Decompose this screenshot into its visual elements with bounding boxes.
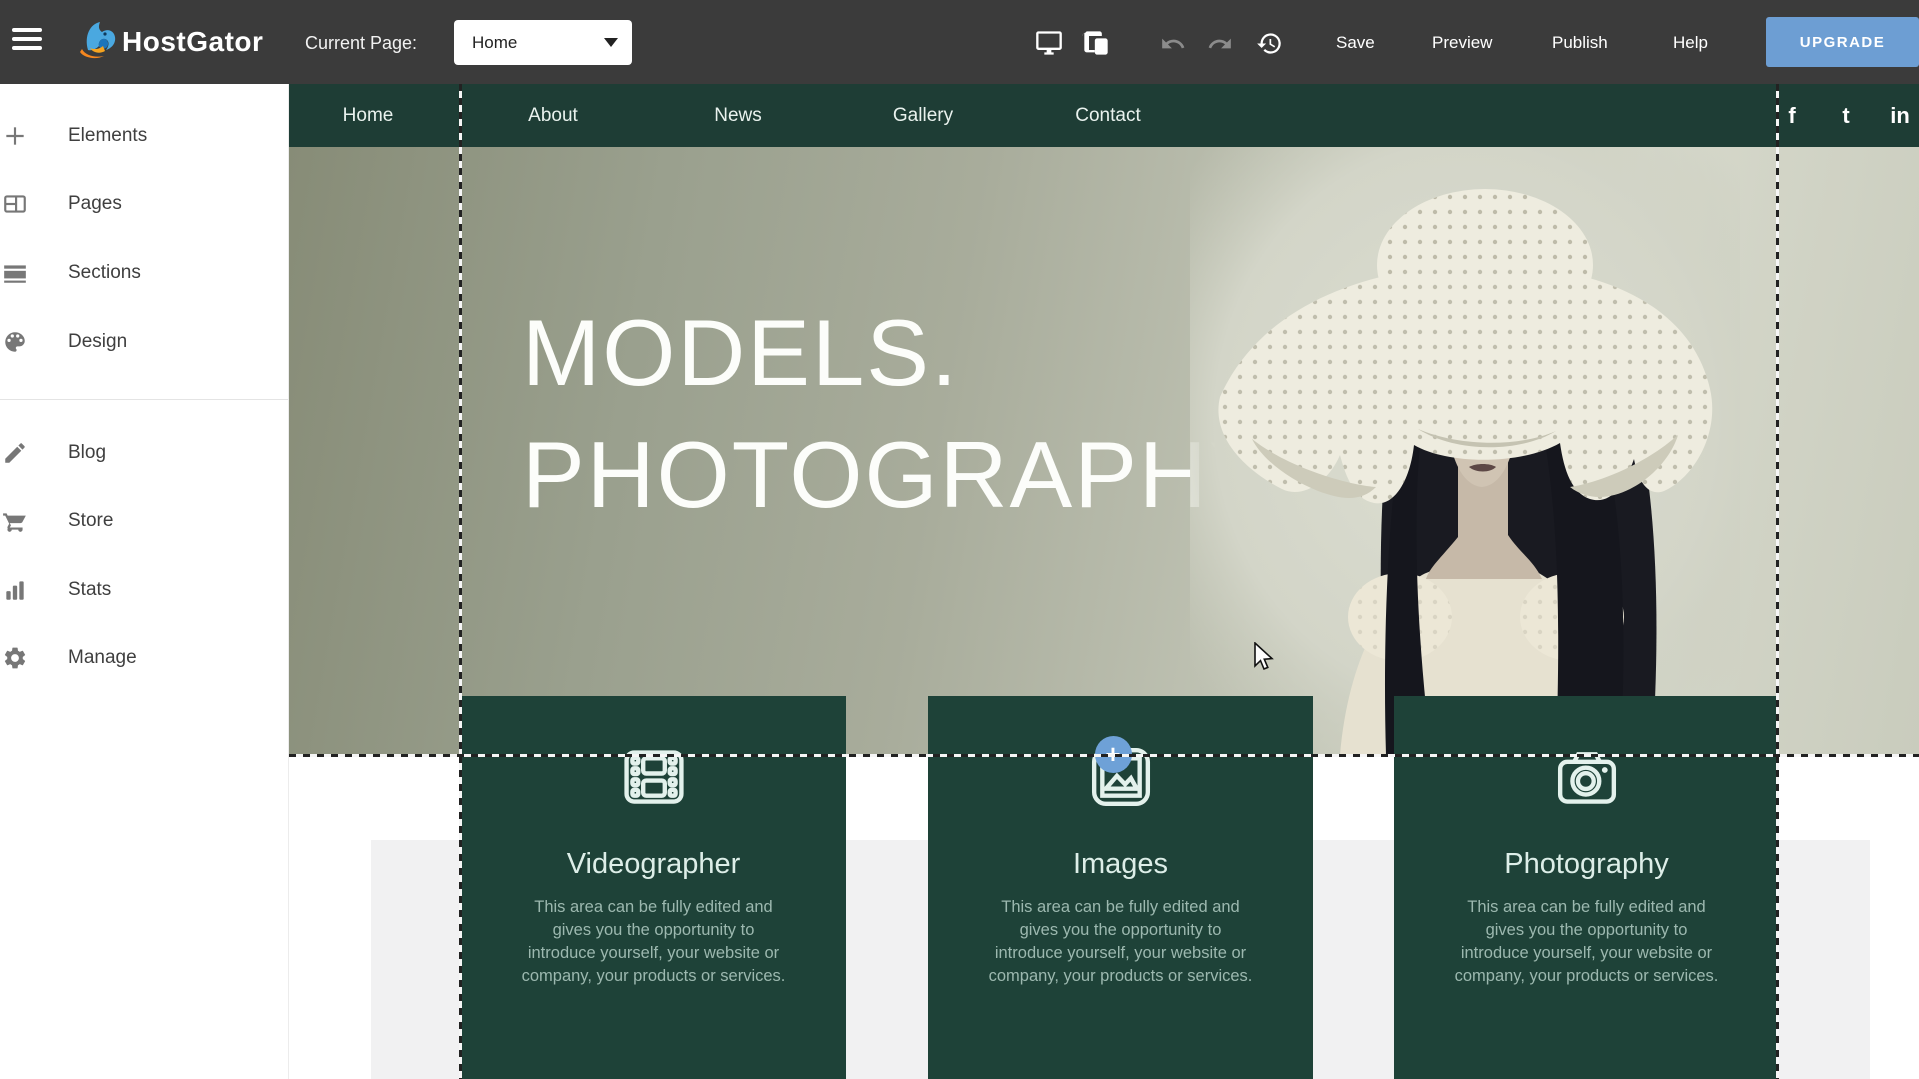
site-nav-contact[interactable]: Contact [1075,84,1140,147]
card-description: This area can be fully edited and gives … [1427,896,1747,988]
site-nav-about[interactable]: About [528,84,578,147]
editor-sidebar: Elements Pages Sections Design Blog Stor… [0,84,289,1079]
sidebar-item-label: Elements [68,125,147,147]
pages-icon [2,191,28,217]
card-description: This area can be fully edited and gives … [961,896,1281,988]
card-title: Videographer [461,848,846,881]
desktop-view-icon[interactable] [1035,29,1063,57]
site-nav-home[interactable]: Home [343,84,394,147]
redo-icon[interactable] [1207,31,1233,57]
film-icon [619,742,689,812]
cart-icon [2,508,28,534]
linkedin-icon[interactable]: in [1890,84,1910,147]
history-icon[interactable] [1256,30,1283,57]
site-preview-canvas: Home About News Gallery Contact f t in M… [289,84,1919,1079]
help-button[interactable]: Help [1673,33,1708,53]
hero-title: MODELS. PHOTOGRAPHY [522,292,1274,536]
pencil-icon [2,440,28,466]
preview-button[interactable]: Preview [1432,33,1492,53]
sidebar-item-label: Sections [68,262,141,284]
palette-icon [2,329,28,355]
sidebar-item-elements[interactable]: Elements [0,116,288,156]
sidebar-item-design[interactable]: Design [0,322,288,362]
save-button[interactable]: Save [1336,33,1375,53]
page-select-value: Home [472,33,517,53]
chevron-down-icon [604,38,618,47]
mouse-cursor [1253,642,1275,672]
hero-title-line2: PHOTOGRAPHY [522,414,1274,536]
page-select-dropdown[interactable]: Home [454,20,632,65]
camera-icon [1552,742,1622,812]
sidebar-item-label: Pages [68,193,122,215]
upgrade-button[interactable]: UPGRADE [1766,17,1919,67]
sidebar-item-manage[interactable]: Manage [0,638,288,678]
publish-button[interactable]: Publish [1552,33,1608,53]
sidebar-item-pages[interactable]: Pages [0,184,288,224]
facebook-icon[interactable]: f [1788,84,1795,147]
sidebar-item-store[interactable]: Store [0,501,288,541]
gear-icon [2,645,28,671]
sidebar-item-sections[interactable]: Sections [0,253,288,293]
mobile-view-icon[interactable] [1082,29,1110,57]
current-page-label: Current Page: [305,33,417,54]
sidebar-item-label: Stats [68,579,111,601]
twitter-icon[interactable]: t [1842,84,1849,147]
card-title: Photography [1394,848,1779,881]
undo-icon[interactable] [1160,31,1186,57]
site-nav-news[interactable]: News [714,84,762,147]
sidebar-item-blog[interactable]: Blog [0,433,288,473]
sidebar-item-stats[interactable]: Stats [0,570,288,610]
selection-guide-bottom [289,754,1919,757]
sections-icon [2,260,28,286]
sidebar-item-label: Store [68,510,113,532]
hero-section[interactable]: MODELS. PHOTOGRAPHY [289,147,1919,755]
hostgator-logo-icon [74,18,120,69]
sidebar-item-label: Design [68,331,127,353]
bar-chart-icon [2,577,28,603]
selection-guide-left [459,84,462,1079]
card-title: Images [928,848,1313,881]
hero-title-line1: MODELS. [522,292,1274,414]
sidebar-item-label: Blog [68,442,106,464]
sidebar-divider [0,399,288,400]
plus-icon [2,123,28,149]
selection-guide-right [1776,84,1779,1079]
hamburger-menu-icon[interactable] [12,28,42,54]
brand-name: HostGator [122,26,263,58]
site-nav-bar: Home About News Gallery Contact f t in [289,84,1919,147]
card-description: This area can be fully edited and gives … [494,896,814,988]
site-nav-gallery[interactable]: Gallery [893,84,953,147]
sidebar-item-label: Manage [68,647,137,669]
editor-toolbar: HostGator Current Page: Home Save Previe… [0,0,1919,84]
